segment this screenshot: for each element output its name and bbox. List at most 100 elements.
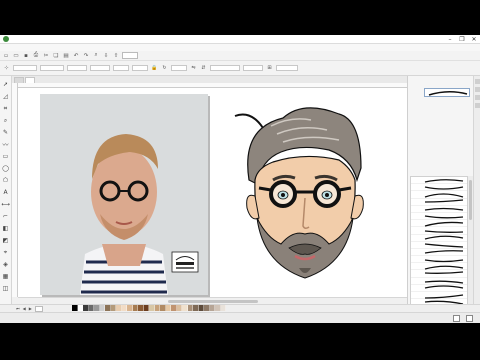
line-style-select[interactable] — [210, 65, 240, 71]
import-icon[interactable]: ⇩ — [102, 52, 110, 60]
title-bar: – ❐ ✕ — [0, 35, 480, 44]
rectangle-tool-icon[interactable]: ▭ — [1, 152, 10, 161]
standard-toolbar: ▫ ▭ ▪ ⎙ ✂ ❏ ▤ ↶ ↷ ⌕ ⇩ ⇧ — [0, 51, 480, 61]
page-tab[interactable] — [34, 305, 43, 312]
outline-pen-icon[interactable]: ◫ — [1, 284, 10, 293]
eyedropper-icon[interactable]: ⌖ — [1, 248, 10, 257]
maximize-icon[interactable]: ❐ — [456, 35, 468, 44]
application-window: – ❐ ✕ ▫ ▭ ▪ ⎙ ✂ ❏ ▤ ↶ ↷ ⌕ ⇩ ⇧ ⊹ 🔒 ↻ ⇋ ⇵ … — [0, 35, 480, 323]
face-illustration — [234, 107, 364, 279]
docker-preview-label — [408, 78, 473, 80]
palette-swatch[interactable] — [220, 305, 226, 311]
brush-docker — [407, 76, 473, 323]
smart-fill-icon[interactable]: ▦ — [1, 272, 10, 281]
close-icon[interactable]: ✕ — [468, 35, 480, 44]
drawing-canvas[interactable] — [18, 88, 425, 323]
angle-field[interactable] — [171, 65, 187, 71]
brush-stroke-graphic — [424, 280, 464, 284]
next-page-icon[interactable]: ▶ — [29, 306, 32, 311]
app-logo-icon — [3, 36, 9, 42]
print-icon[interactable]: ⎙ — [32, 52, 40, 60]
brush-stroke-graphic — [424, 243, 464, 248]
export-icon[interactable]: ⇧ — [112, 52, 120, 60]
docker-tab[interactable] — [475, 95, 480, 100]
zoom-level-select[interactable] — [122, 52, 138, 59]
smoothing-field[interactable] — [276, 65, 298, 71]
freehand-tool-icon[interactable]: ✎ — [1, 128, 10, 137]
docker-tab[interactable] — [475, 87, 480, 92]
crop-tool-icon[interactable]: ⌗ — [1, 104, 10, 113]
y-position-field[interactable] — [40, 65, 64, 71]
wrap-icon[interactable]: ⊞ — [266, 65, 273, 72]
new-icon[interactable]: ▫ — [2, 52, 10, 60]
brush-stroke-graphic — [424, 271, 464, 275]
brush-stroke-list[interactable] — [410, 176, 468, 323]
interactive-fill-icon[interactable]: ◈ — [1, 260, 10, 269]
undo-icon[interactable]: ↶ — [72, 52, 80, 60]
save-icon[interactable]: ▪ — [22, 52, 30, 60]
pick-tool-icon[interactable]: ➚ — [1, 80, 10, 89]
reference-photo-image — [40, 94, 208, 295]
brush-stroke-graphic — [424, 199, 464, 203]
outline-width-select[interactable] — [243, 65, 263, 71]
height-field[interactable] — [90, 65, 110, 71]
reference-photo[interactable] — [40, 94, 208, 295]
scale-width-field[interactable] — [113, 65, 129, 71]
scrollbar-thumb[interactable] — [469, 180, 472, 220]
open-icon[interactable]: ▭ — [12, 52, 20, 60]
docker-tabs-strip — [473, 76, 480, 304]
brush-stroke-graphic — [424, 259, 464, 262]
brush-stroke-graphic — [424, 230, 464, 233]
previous-page-icon[interactable]: ◀ — [23, 306, 26, 311]
transparency-tool-icon[interactable]: ◩ — [1, 236, 10, 245]
brush-stroke-graphic — [424, 235, 464, 240]
artistic-media-icon[interactable]: 〰 — [1, 140, 10, 149]
polygon-tool-icon[interactable]: ⬠ — [1, 176, 10, 185]
outline-color-chip[interactable] — [466, 314, 473, 322]
brush-stroke-graphic — [424, 178, 464, 183]
status-bar — [0, 312, 480, 323]
scale-height-field[interactable] — [132, 65, 148, 71]
color-palette — [72, 305, 226, 311]
mirror-horizontal-icon[interactable]: ⇋ — [190, 65, 197, 72]
connector-tool-icon[interactable]: ⌐ — [1, 212, 10, 221]
width-field[interactable] — [67, 65, 87, 71]
brush-stroke-graphic — [424, 293, 464, 299]
scrollbar-thumb[interactable] — [168, 300, 258, 303]
brush-stroke-graphic — [424, 214, 464, 218]
mirror-vertical-icon[interactable]: ⇵ — [200, 65, 207, 72]
brush-stroke-graphic — [424, 250, 464, 255]
docker-tab[interactable] — [475, 103, 480, 108]
object-position-icon: ⊹ — [4, 65, 9, 71]
window-controls: – ❐ ✕ — [444, 35, 480, 44]
brush-stroke-graphic — [424, 285, 464, 290]
property-bar: ⊹ 🔒 ↻ ⇋ ⇵ ⊞ — [0, 61, 480, 76]
text-tool-icon[interactable]: A — [1, 188, 10, 197]
first-page-icon[interactable]: ⏮ — [16, 306, 20, 311]
toolbox: ➚ ◿ ⌗ ⌕ ✎ 〰 ▭ ◯ ⬠ A ⟷ ⌐ ◧ ◩ ⌖ ◈ ▦ ◫ — [0, 76, 12, 304]
fill-color-chip[interactable] — [453, 314, 460, 322]
vector-illustration[interactable] — [211, 88, 407, 297]
minimize-icon[interactable]: – — [444, 35, 456, 44]
search-icon[interactable]: ⌕ — [92, 52, 100, 60]
drop-shadow-icon[interactable]: ◧ — [1, 224, 10, 233]
zoom-tool-icon[interactable]: ⌕ — [1, 116, 10, 125]
brush-stroke-graphic — [424, 186, 464, 190]
ellipse-tool-icon[interactable]: ◯ — [1, 164, 10, 173]
canvas-horizontal-scrollbar[interactable] — [18, 297, 407, 304]
parallel-dimension-icon[interactable]: ⟷ — [1, 200, 10, 209]
brush-stroke-graphic — [424, 221, 464, 227]
redo-icon[interactable]: ↷ — [82, 52, 90, 60]
x-position-field[interactable] — [13, 65, 37, 71]
document-tabs — [12, 76, 407, 83]
shape-tool-icon[interactable]: ◿ — [1, 92, 10, 101]
menu-bar — [0, 44, 480, 51]
rotate-icon[interactable]: ↻ — [161, 65, 168, 72]
copy-icon[interactable]: ❏ — [52, 52, 60, 60]
brush-stroke-preview — [424, 88, 470, 97]
cut-icon[interactable]: ✂ — [42, 52, 50, 60]
brush-stroke-graphic — [424, 193, 464, 198]
paste-icon[interactable]: ▤ — [62, 52, 70, 60]
lock-ratio-icon[interactable]: 🔒 — [151, 65, 158, 72]
docker-tab[interactable] — [475, 79, 480, 84]
